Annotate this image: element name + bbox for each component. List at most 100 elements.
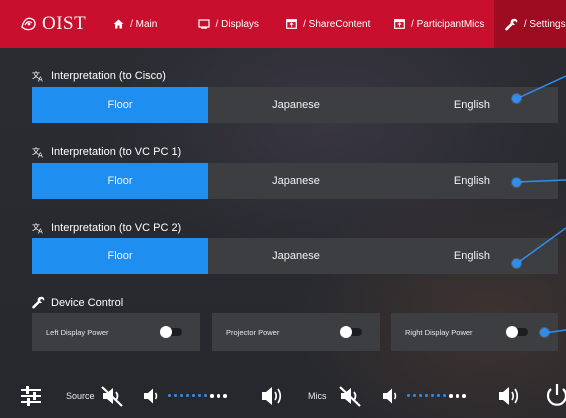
wrench-icon xyxy=(32,296,45,309)
wrench-icon xyxy=(505,18,518,30)
main-nav: / Main / Displays / ShareContent / Parti… xyxy=(86,0,566,48)
projector-power-label: Projector Power xyxy=(226,327,280,337)
toggle-knob xyxy=(506,326,518,338)
projector-power-panel: Projector Power xyxy=(212,313,380,351)
interpretation-cisco-japanese-button[interactable]: Japanese xyxy=(208,87,384,123)
interpretation-vcpc2-selector: Floor Japanese English xyxy=(32,238,558,274)
source-volume-up-icon[interactable] xyxy=(261,385,283,407)
interpretation-vcpc1-title: Interpretation (to VC PC 1) xyxy=(51,146,182,158)
source-mute-icon[interactable] xyxy=(100,384,124,408)
interpretation-vcpc2-floor-button[interactable]: Floor xyxy=(32,238,208,274)
right-display-power-toggle[interactable] xyxy=(506,326,528,338)
device-control-heading: Device Control xyxy=(32,296,123,309)
interpretation-vcpc1-selector: Floor Japanese English xyxy=(32,163,558,199)
volume-dot xyxy=(419,394,422,398)
nav-displays[interactable]: / Displays xyxy=(184,0,272,48)
callout-dot xyxy=(512,178,521,187)
nav-settings[interactable]: / Settings xyxy=(494,0,566,48)
mics-mute-icon[interactable] xyxy=(338,384,362,408)
interpretation-vcpc1-japanese-button[interactable]: Japanese xyxy=(208,163,384,199)
oist-emblem-icon xyxy=(21,17,36,31)
volume-dot xyxy=(449,394,453,398)
mics-label: Mics xyxy=(308,391,327,401)
oist-logo: OIST xyxy=(0,13,86,35)
interpretation-vcpc2-japanese-button[interactable]: Japanese xyxy=(208,238,384,274)
nav-participantmics-label: / ParticipantMics xyxy=(411,18,485,30)
volume-dot xyxy=(210,394,214,398)
volume-dot xyxy=(413,394,416,398)
nav-settings-label: / Settings xyxy=(523,18,566,30)
volume-dot xyxy=(216,394,220,398)
volume-dot xyxy=(192,394,195,398)
projector-power-toggle[interactable] xyxy=(340,326,362,338)
volume-dot xyxy=(198,394,201,398)
interpretation-vcpc1-floor-button[interactable]: Floor xyxy=(32,163,208,199)
interpretation-cisco-selector: Floor Japanese English xyxy=(32,87,558,123)
mixer-settings-icon[interactable] xyxy=(20,385,42,407)
nav-main[interactable]: / Main xyxy=(86,0,184,48)
share-content-icon xyxy=(286,19,297,29)
option-label: Japanese xyxy=(272,175,320,187)
option-label: English xyxy=(453,175,490,187)
home-icon xyxy=(113,19,124,29)
interpretation-vcpc1-heading: 文A Interpretation (to VC PC 1) xyxy=(32,146,181,158)
volume-dot xyxy=(443,394,446,398)
power-icon[interactable] xyxy=(546,383,566,409)
nav-main-label: / Main xyxy=(130,18,158,30)
mics-volume-down-icon[interactable] xyxy=(382,387,398,405)
volume-dot xyxy=(168,394,171,398)
logo-text: OIST xyxy=(42,13,87,34)
source-volume-level[interactable] xyxy=(168,394,227,398)
interpretation-vcpc2-english-button[interactable]: English xyxy=(384,238,558,274)
interpretation-vcpc1-english-button[interactable]: English xyxy=(384,163,558,199)
interpretation-cisco-floor-button[interactable]: Floor xyxy=(32,87,208,123)
volume-dot xyxy=(462,394,466,398)
nav-participantmics[interactable]: / ParticipantMics xyxy=(384,0,494,48)
volume-dot xyxy=(223,394,227,398)
interpretation-cisco-english-button[interactable]: English xyxy=(384,87,558,123)
callout-dot xyxy=(540,328,549,337)
option-label: Japanese xyxy=(272,99,320,111)
nav-displays-label: / Displays xyxy=(215,18,259,30)
mics-volume-up-icon[interactable] xyxy=(498,385,520,407)
volume-dot xyxy=(455,394,459,398)
participant-mics-icon xyxy=(394,19,405,29)
volume-dot xyxy=(431,394,434,398)
volume-dot xyxy=(425,394,428,398)
translate-icon: 文A xyxy=(32,146,43,159)
mics-volume-level[interactable] xyxy=(407,394,466,398)
left-display-power-label: Left Display Power xyxy=(46,327,109,337)
option-label: English xyxy=(453,99,490,111)
translate-icon: 文A xyxy=(32,70,43,83)
svg-text:A: A xyxy=(38,228,43,235)
interpretation-cisco-heading: 文A Interpretation (to Cisco) xyxy=(32,70,166,82)
interpretation-cisco-title: Interpretation (to Cisco) xyxy=(51,70,166,82)
display-icon xyxy=(197,19,210,29)
svg-text:A: A xyxy=(38,76,43,83)
translate-icon: 文A xyxy=(32,222,43,235)
background xyxy=(0,0,566,418)
volume-dot xyxy=(437,394,440,398)
interpretation-vcpc2-title: Interpretation (to VC PC 2) xyxy=(51,222,182,234)
callout-dot xyxy=(512,94,521,103)
volume-dot xyxy=(174,394,177,398)
option-label: Japanese xyxy=(272,250,320,262)
callout-dot xyxy=(512,259,521,268)
option-label: Floor xyxy=(107,99,133,111)
source-label: Source xyxy=(66,391,95,401)
volume-dot xyxy=(407,394,410,398)
nav-sharecontent-label: / ShareContent xyxy=(303,18,371,30)
svg-text:A: A xyxy=(38,152,43,159)
nav-sharecontent[interactable]: / ShareContent xyxy=(272,0,384,48)
source-volume-down-icon[interactable] xyxy=(143,387,159,405)
left-display-power-toggle[interactable] xyxy=(160,326,182,338)
toggle-knob xyxy=(160,326,172,338)
option-label: English xyxy=(453,250,490,262)
left-display-power-panel: Left Display Power xyxy=(32,313,200,351)
right-display-power-panel: Right Display Power xyxy=(391,313,558,351)
top-nav-bar: OIST / Main / Displays / ShareContent / … xyxy=(0,0,566,48)
right-display-power-label: Right Display Power xyxy=(405,327,473,337)
option-label: Floor xyxy=(107,250,133,262)
toggle-knob xyxy=(340,326,352,338)
interpretation-vcpc2-heading: 文A Interpretation (to VC PC 2) xyxy=(32,222,181,234)
